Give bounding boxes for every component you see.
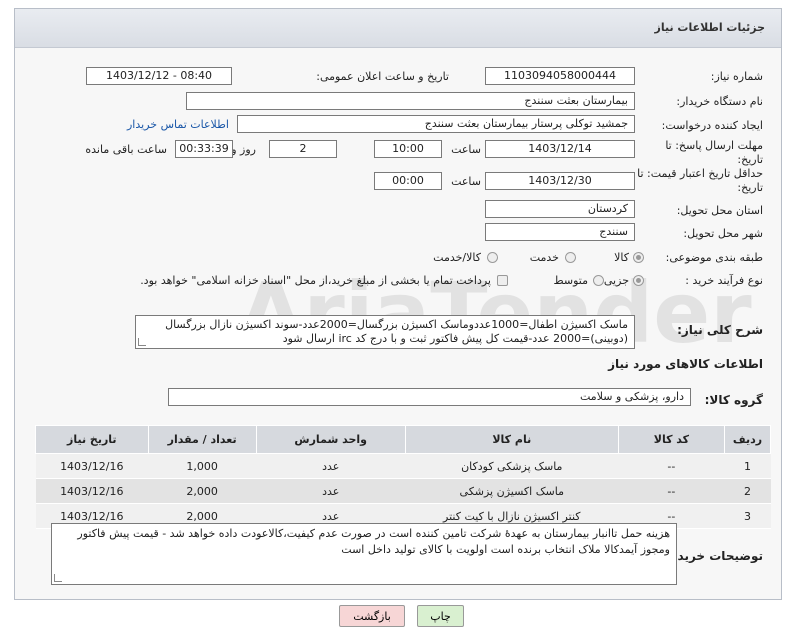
buyer-notes-text: هزینه حمل تاانبار بیمارستان به عهدهٔ شرک… bbox=[77, 527, 670, 556]
deadline-label: مهلت ارسال پاسخ: تا تاریخ: bbox=[665, 139, 763, 166]
buyer-notes-textarea[interactable]: هزینه حمل تاانبار بیمارستان به عهدهٔ شرک… bbox=[51, 523, 677, 585]
announce-field: 1403/12/12 - 08:40 bbox=[86, 67, 232, 85]
cell-quantity: 1,000 bbox=[148, 453, 257, 479]
goods-info-title: اطلاعات کالاهای مورد نیاز bbox=[608, 357, 763, 371]
table-row: 1 -- ماسک پزشکی کودکان عدد 1,000 1403/12… bbox=[35, 453, 771, 479]
validity-time-label: ساعت bbox=[451, 175, 481, 188]
category-option-goods: کالا bbox=[614, 251, 629, 264]
description-textarea[interactable]: ماسک اکسیژن اطفال=1000عددوماسک اکسیژن بز… bbox=[135, 315, 635, 349]
treasury-payment-note: پرداخت تمام یا بخشی از مبلغ خرید،از محل … bbox=[140, 274, 491, 287]
description-label: شرح کلی نیاز: bbox=[677, 323, 763, 337]
col-name: نام کالا bbox=[404, 425, 619, 454]
treasury-payment-checkbox[interactable] bbox=[497, 275, 508, 286]
col-unit: واحد شمارش bbox=[255, 425, 406, 454]
need-number-field: 1103094058000444 bbox=[485, 67, 635, 85]
province-label: استان محل تحویل: bbox=[676, 204, 763, 217]
deadline-time-field: 10:00 bbox=[374, 140, 442, 158]
cell-code: -- bbox=[618, 453, 725, 479]
category-radio-goods-service[interactable] bbox=[487, 252, 498, 263]
category-radio-goods[interactable] bbox=[633, 252, 644, 263]
col-code: کد کالا bbox=[617, 425, 725, 454]
need-number-label: شماره نیاز: bbox=[710, 70, 763, 83]
back-button[interactable]: بازگشت bbox=[339, 605, 405, 627]
remaining-time-field: 00:33:39 bbox=[175, 140, 233, 158]
col-need-date: تاریخ نیاز bbox=[35, 425, 149, 454]
col-quantity: تعداد / مقدار bbox=[147, 425, 257, 454]
process-radio-minor[interactable] bbox=[633, 275, 644, 286]
days-label: روز و bbox=[231, 143, 256, 156]
remaining-label: ساعت باقی مانده bbox=[85, 143, 167, 156]
table-row: 2 -- ماسک اکسیژن پزشکی عدد 2,000 1403/12… bbox=[35, 478, 771, 504]
cell-code: -- bbox=[618, 478, 725, 504]
goods-group-field: دارو، پزشکی و سلامت bbox=[168, 388, 691, 406]
buyer-contact-link[interactable]: اطلاعات تماس خریدار bbox=[127, 118, 229, 131]
cell-unit: عدد bbox=[256, 453, 406, 479]
buyer-org-label: نام دستگاه خریدار: bbox=[676, 95, 763, 108]
cell-need-date: 1403/12/16 bbox=[35, 478, 149, 504]
announce-label: تاریخ و ساعت اعلان عمومی: bbox=[316, 70, 449, 83]
panel-title: جزئیات اطلاعات نیاز bbox=[654, 21, 766, 34]
table-header-row: ردیف کد کالا نام کالا واحد شمارش تعداد /… bbox=[35, 425, 772, 454]
category-option-goods-service: کالا/خدمت bbox=[433, 251, 481, 264]
resize-grip-icon[interactable] bbox=[54, 574, 62, 582]
requester-label: ایجاد کننده درخواست: bbox=[661, 119, 763, 132]
cell-unit: عدد bbox=[256, 478, 406, 504]
panel-header: جزئیات اطلاعات نیاز bbox=[15, 9, 781, 48]
requester-field: جمشید توکلی پرستار بیمارستان بعثت سنندج bbox=[237, 115, 635, 133]
col-row: ردیف bbox=[723, 425, 772, 454]
validity-date-field: 1403/12/30 bbox=[485, 172, 635, 190]
cell-row: 2 bbox=[724, 478, 771, 504]
validity-label: حداقل تاریخ اعتبار قیمت: تا تاریخ: bbox=[637, 167, 763, 194]
province-field: کردستان bbox=[485, 200, 635, 218]
process-radio-medium[interactable] bbox=[593, 275, 604, 286]
days-field: 2 bbox=[269, 140, 337, 158]
process-option-minor: جزیی bbox=[603, 274, 629, 287]
details-panel: جزئیات اطلاعات نیاز AriaTender شماره نیا… bbox=[14, 8, 782, 600]
cell-need-date: 1403/12/16 bbox=[35, 453, 149, 479]
buyer-org-field: بیمارستان بعثت سنندج bbox=[186, 92, 635, 110]
cell-row: 3 bbox=[724, 503, 771, 529]
cell-name: ماسک اکسیژن پزشکی bbox=[405, 478, 619, 504]
cell-name: ماسک پزشکی کودکان bbox=[405, 453, 619, 479]
process-option-medium: متوسط bbox=[553, 274, 588, 287]
description-text: ماسک اکسیژن اطفال=1000عددوماسک اکسیژن بز… bbox=[165, 318, 628, 345]
category-label: طبقه بندی موضوعی: bbox=[665, 251, 763, 264]
cell-row: 1 bbox=[724, 453, 771, 479]
city-field: سنندج bbox=[485, 223, 635, 241]
process-label: نوع فرآیند خرید : bbox=[685, 274, 763, 287]
deadline-date-field: 1403/12/14 bbox=[485, 140, 635, 158]
city-label: شهر محل تحویل: bbox=[683, 227, 763, 240]
validity-time-field: 00:00 bbox=[374, 172, 442, 190]
category-radio-service[interactable] bbox=[565, 252, 576, 263]
deadline-time-label: ساعت bbox=[451, 143, 481, 156]
print-button[interactable]: چاپ bbox=[417, 605, 464, 627]
cell-quantity: 2,000 bbox=[148, 478, 257, 504]
resize-grip-icon[interactable] bbox=[138, 338, 146, 346]
goods-group-label: گروه کالا: bbox=[704, 393, 763, 407]
category-option-service: خدمت bbox=[529, 251, 559, 264]
goods-table: ردیف کد کالا نام کالا واحد شمارش تعداد /… bbox=[35, 425, 772, 529]
